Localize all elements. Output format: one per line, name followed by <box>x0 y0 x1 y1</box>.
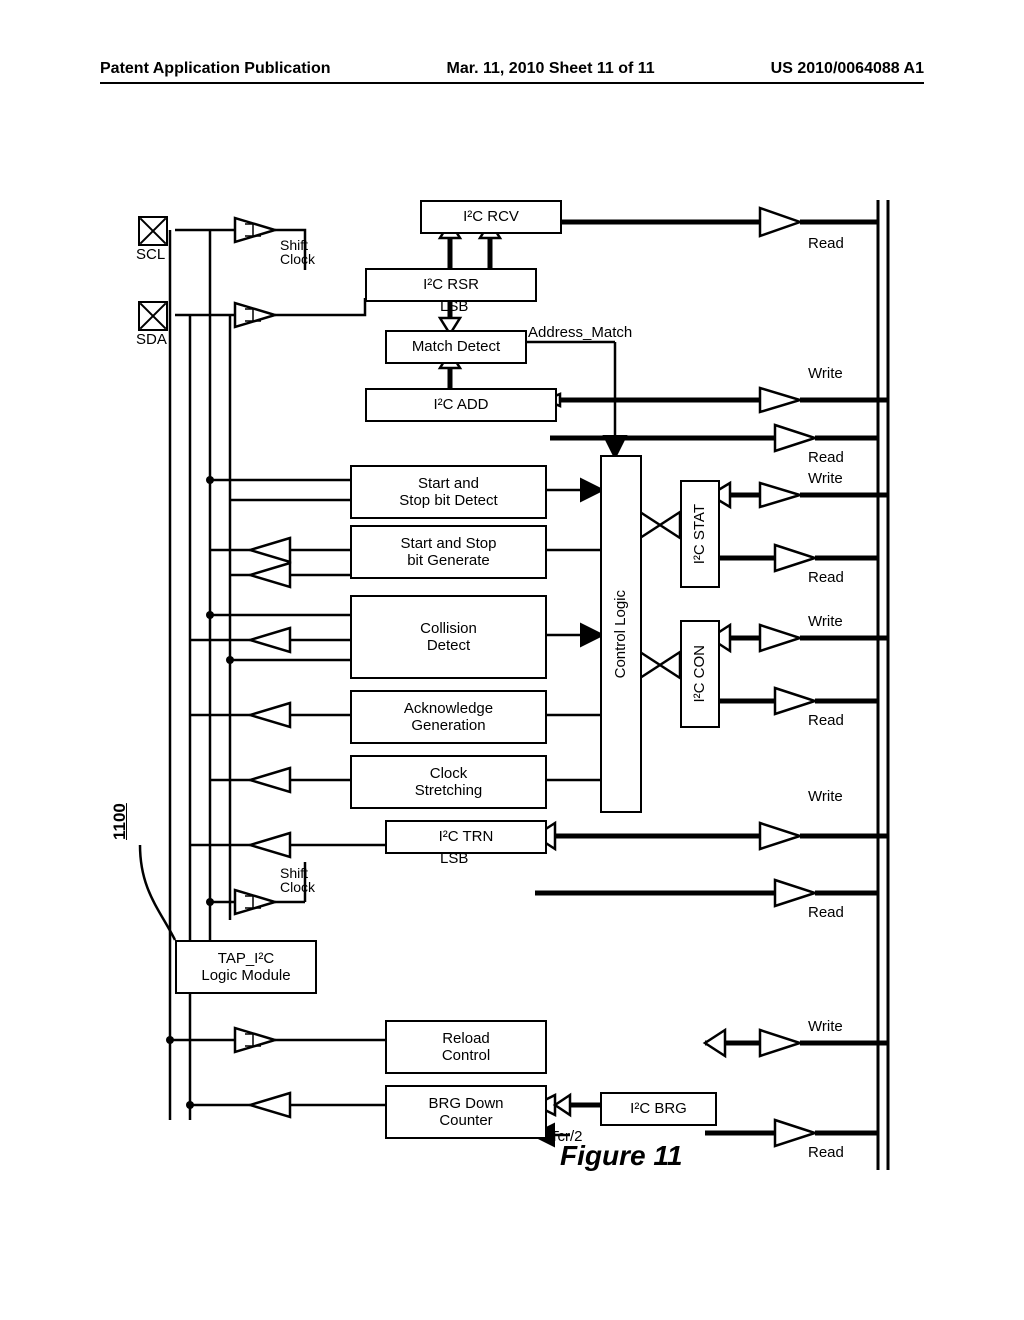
svg-text:Shift: Shift <box>280 865 308 881</box>
text: I²C ADD <box>433 396 488 413</box>
block-start-stop-gen: Start and Stop bit Generate <box>350 525 547 579</box>
block-i2c-rcv: I²C RCV <box>420 200 562 234</box>
block-i2c-con: I²C CON <box>680 620 720 728</box>
figure-title: Figure 11 <box>560 1140 682 1172</box>
ref-number: 1100 <box>110 803 130 840</box>
svg-text:Read: Read <box>808 1144 844 1161</box>
pin-sda <box>138 301 168 331</box>
svg-text:Read: Read <box>808 235 844 252</box>
block-i2c-brg: I²C BRG <box>600 1092 717 1126</box>
text: Control Logic <box>612 590 629 678</box>
block-i2c-stat: I²C STAT <box>680 480 720 588</box>
diagram: Shift Clock Read <box>140 200 890 1170</box>
text: Collision Detect <box>420 620 477 655</box>
ref-leader <box>130 840 190 950</box>
svg-text:Write: Write <box>808 1018 843 1035</box>
text: Start and Stop bit Detect <box>399 475 497 510</box>
svg-text:Read: Read <box>808 569 844 586</box>
block-reload-ctrl: Reload Control <box>385 1020 547 1074</box>
text: Match Detect <box>412 338 500 355</box>
pin-scl-label: SCL <box>136 246 165 263</box>
header-left: Patent Application Publication <box>100 60 331 78</box>
text: Acknowledge Generation <box>404 700 493 735</box>
svg-text:Clock: Clock <box>280 251 316 267</box>
pin-sda-label: SDA <box>136 331 167 348</box>
text: I²C STAT <box>691 504 708 564</box>
svg-text:Write: Write <box>808 613 843 630</box>
pin-scl <box>138 216 168 246</box>
text: Reload Control <box>442 1030 490 1065</box>
block-clock-stretch: Clock Stretching <box>350 755 547 809</box>
block-start-stop-detect: Start and Stop bit Detect <box>350 465 547 519</box>
svg-text:Write: Write <box>808 788 843 805</box>
svg-text:Clock: Clock <box>280 879 316 895</box>
label-lsb1: LSB <box>440 298 468 315</box>
svg-text:Read: Read <box>808 449 844 466</box>
text: TAP_I²C Logic Module <box>201 950 290 985</box>
text: Start and Stop bit Generate <box>401 535 497 570</box>
text: BRG Down Counter <box>428 1095 503 1130</box>
label-lsb2: LSB <box>440 850 468 867</box>
block-i2c-add: I²C ADD <box>365 388 557 422</box>
text: I²C RSR <box>423 276 479 293</box>
svg-text:Write: Write <box>808 470 843 487</box>
svg-text:Shift: Shift <box>280 237 308 253</box>
text: I²C BRG <box>630 1100 687 1117</box>
text: I²C TRN <box>439 828 494 845</box>
block-brg-down: BRG Down Counter <box>385 1085 547 1139</box>
label-address-match: Address_Match <box>528 324 632 341</box>
header-right: US 2010/0064088 A1 <box>771 60 924 78</box>
block-tap-module: TAP_I²C Logic Module <box>175 940 317 994</box>
text: I²C CON <box>691 645 708 703</box>
block-ack-gen: Acknowledge Generation <box>350 690 547 744</box>
svg-text:Read: Read <box>808 904 844 921</box>
svg-text:Read: Read <box>808 712 844 729</box>
header-center: Mar. 11, 2010 Sheet 11 of 11 <box>447 60 655 78</box>
text: I²C RCV <box>463 208 519 225</box>
block-collision-detect: Collision Detect <box>350 595 547 679</box>
block-match-detect: Match Detect <box>385 330 527 364</box>
svg-text:Write: Write <box>808 365 843 382</box>
block-i2c-rsr: I²C RSR <box>365 268 537 302</box>
text: Clock Stretching <box>415 765 483 800</box>
block-control-logic: Control Logic <box>600 455 642 813</box>
block-i2c-trn: I²C TRN <box>385 820 547 854</box>
